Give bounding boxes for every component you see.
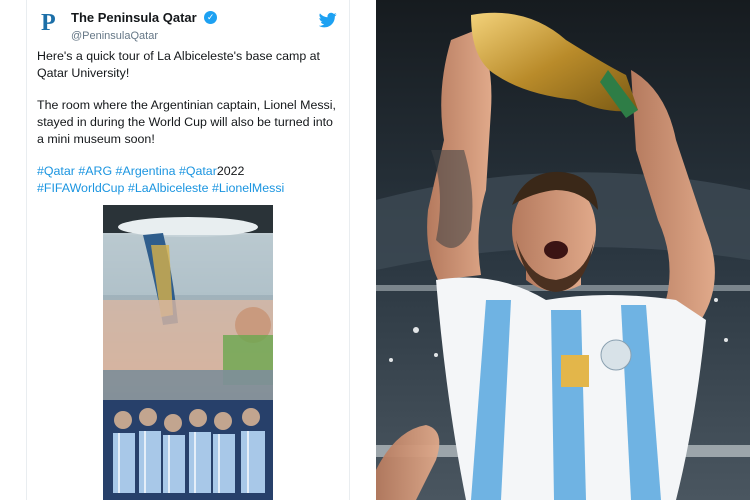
avatar-logo-letter: P [41,10,56,36]
tweet-paragraph-1: Here's a quick tour of La Albiceleste's … [37,49,320,80]
hashtag-link[interactable]: #Qatar [37,164,75,178]
tweet-card: P The Peninsula Qatar ✓ @PeninsulaQatar … [26,0,350,500]
hashtag-link[interactable]: #LionelMessi [212,181,284,195]
verified-badge-icon: ✓ [204,11,218,25]
hashtag-link[interactable]: #ARG [78,164,112,178]
hashtag-line-1: #Qatar #ARG #Argentina #Qatar2022 [37,163,343,180]
tweet-body: Here's a quick tour of La Albiceleste's … [37,48,343,197]
hashtag-link[interactable]: #FIFAWorldCup [37,181,124,195]
hashtag-line-2: #FIFAWorldCup #LaAlbiceleste #LionelMess… [37,180,343,197]
author-block[interactable]: The Peninsula Qatar ✓ @PeninsulaQatar [71,9,218,42]
avatar[interactable]: P [41,11,65,35]
hashtag-link[interactable]: #Qatar [179,164,217,178]
tweet-video-thumbnail[interactable] [103,205,273,500]
twitter-bird-icon[interactable] [319,11,337,29]
hashtag-link[interactable]: #LaAlbiceleste [128,181,209,195]
video-frame-illustration [103,205,273,500]
messi-trophy-illustration [376,0,750,500]
hashtag-link[interactable]: #Argentina [116,164,176,178]
tweet-header: P The Peninsula Qatar ✓ @PeninsulaQatar [37,9,339,42]
messi-trophy-photo [376,0,750,500]
author-display-name[interactable]: The Peninsula Qatar [71,10,197,25]
tweet-paragraph-2: The room where the Argentinian captain, … [37,98,336,146]
author-handle[interactable]: @PeninsulaQatar [71,30,217,42]
hashtag-suffix: 2022 [216,164,245,178]
